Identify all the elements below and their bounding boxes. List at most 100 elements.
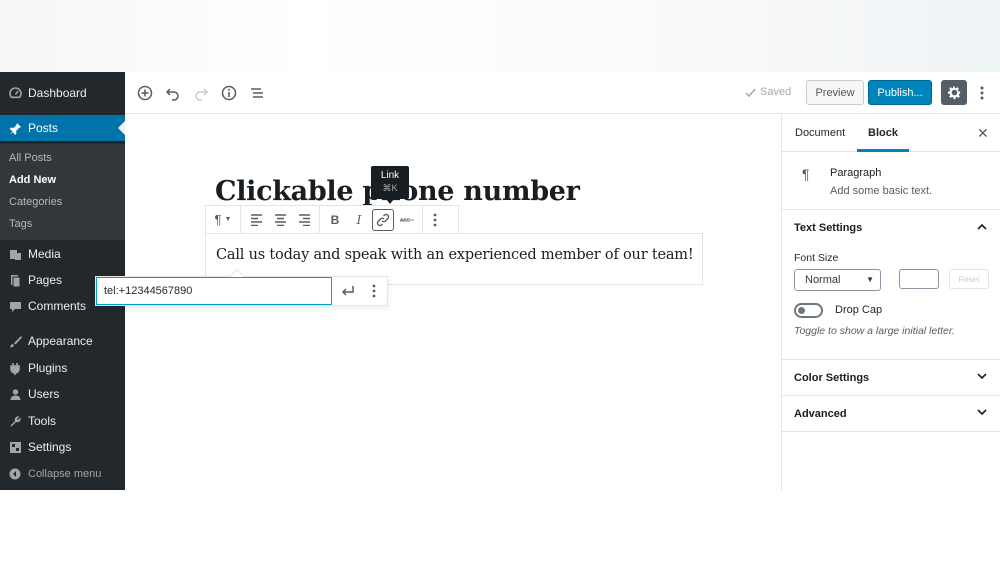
vertical-ellipsis-icon [372,284,376,298]
tooltip-shortcut: ⌘K [382,183,398,193]
info-icon[interactable] [218,82,240,104]
editor-top-toolbar: Saved Preview Publish... [125,72,1000,114]
tooltip-label: Link [380,170,400,181]
collapse-label: Collapse menu [28,468,102,480]
drop-cap-help: Toggle to show a large initial letter. [794,325,955,337]
vertical-ellipsis-icon [433,213,437,226]
settings-icon [8,440,22,454]
tab-document[interactable]: Document [795,127,845,139]
enter-icon [341,286,354,296]
block-name: Paragraph [830,167,882,179]
submenu-categories[interactable]: Categories [9,196,62,208]
italic-icon: I [356,212,362,227]
block-more-button[interactable] [423,206,447,233]
sidebar-item-label: Users [28,387,60,401]
link-icon [376,213,390,226]
text-settings-section: Text Settings Font Size Normal ▼ Reset D… [782,210,1000,360]
align-left-button[interactable] [244,206,268,233]
sidebar-item-appearance[interactable]: Appearance [0,328,125,354]
font-size-reset-button[interactable]: Reset [949,269,989,289]
submenu-tags[interactable]: Tags [9,218,32,230]
align-center-button[interactable] [268,206,292,233]
tab-block[interactable]: Block [868,127,898,139]
undo-icon[interactable] [162,82,184,104]
block-card: ¶ Paragraph Add some basic text. [782,152,1000,210]
align-right-button[interactable] [292,206,316,233]
submenu-all-posts[interactable]: All Posts [9,152,52,164]
add-block-icon[interactable] [134,82,156,104]
sidebar-item-media[interactable]: Media [0,241,125,267]
bold-button[interactable]: B [323,206,347,233]
sidebar-item-label: Posts [28,121,59,135]
pages-icon [8,273,22,287]
users-icon [8,387,22,401]
advanced-header[interactable]: Advanced [782,396,1000,432]
drop-cap-toggle[interactable] [794,303,823,318]
paragraph-icon: ¶ [214,212,222,227]
settings-toggle-button[interactable] [941,80,967,105]
sidebar-item-settings[interactable]: Settings [0,434,125,460]
screenshot-frame: Dashboard Posts All Posts Add New Catego… [0,0,1000,563]
italic-button[interactable]: I [347,206,371,233]
bold-icon: B [330,212,340,227]
sidebar-item-label: Pages [28,273,63,287]
sidebar-item-users[interactable]: Users [0,381,125,407]
top-background [0,0,1000,72]
chevron-down-icon [977,369,987,383]
collapse-icon [8,467,22,481]
block-toolbar: ¶ ▼ B I ABC [205,205,459,234]
collapse-menu-button[interactable]: Collapse menu [0,461,125,487]
drop-cap-label: Drop Cap [835,304,883,316]
custom-font-size-input[interactable] [899,269,939,289]
toolbar-divider [240,205,241,234]
sidebar-item-label: Plugins [28,361,68,375]
align-left-icon [250,213,262,226]
outline-icon[interactable] [246,82,268,104]
sidebar-item-posts[interactable]: Posts [0,115,125,141]
submenu-add-new[interactable]: Add New [9,174,56,186]
close-icon[interactable]: ✕ [977,125,989,142]
sidebar-item-label: Dashboard [28,86,87,100]
section-label: Color Settings [794,372,870,384]
text-settings-header[interactable]: Text Settings [782,210,1000,246]
strikethrough-button[interactable]: ABC [395,206,419,233]
font-size-select[interactable]: Normal ▼ [794,269,881,291]
more-options-button[interactable] [975,80,989,105]
block-type-switcher[interactable]: ¶ ▼ [206,206,240,233]
redo-icon[interactable] [190,82,212,104]
saved-status: Saved [745,86,791,98]
sidebar-item-label: Settings [28,440,72,454]
plugins-icon [8,361,22,375]
gear-icon [947,85,960,100]
font-size-value: Normal [805,274,841,286]
chevron-down-icon [977,405,987,419]
block-description: Add some basic text. [830,185,933,197]
paragraph-icon: ¶ [802,166,810,182]
preview-button[interactable]: Preview [806,80,864,105]
panel-tabs: Document Block ✕ [782,114,1000,152]
paragraph-text[interactable]: Call us today and speak with an experien… [216,247,694,263]
link-url-input[interactable]: tel:+12344567890 [96,277,332,305]
sidebar-item-tools[interactable]: Tools [0,408,125,434]
link-button[interactable] [372,208,394,231]
link-settings-button[interactable] [364,277,384,305]
svg-text:ABC: ABC [400,218,411,224]
toolbar-divider [319,205,320,234]
comments-icon [8,299,22,313]
chevron-up-icon [977,219,987,233]
strikethrough-icon: ABC [400,218,414,224]
align-center-icon [274,213,286,226]
media-icon [8,247,22,261]
caret-down-icon: ▼ [224,216,232,223]
vertical-ellipsis-icon [980,86,984,99]
settings-panel: Document Block ✕ ¶ Paragraph Add some ba… [781,114,1000,490]
sidebar-item-label: Media [28,247,61,261]
section-label: Advanced [794,408,847,420]
font-size-label: Font Size [794,252,839,264]
apply-link-button[interactable] [336,277,360,305]
sidebar-item-plugins[interactable]: Plugins [0,355,125,381]
link-url-popover: tel:+12344567890 [95,268,388,306]
color-settings-header[interactable]: Color Settings [782,360,1000,396]
publish-button[interactable]: Publish... [868,80,932,105]
sidebar-item-dashboard[interactable]: Dashboard [0,80,125,106]
